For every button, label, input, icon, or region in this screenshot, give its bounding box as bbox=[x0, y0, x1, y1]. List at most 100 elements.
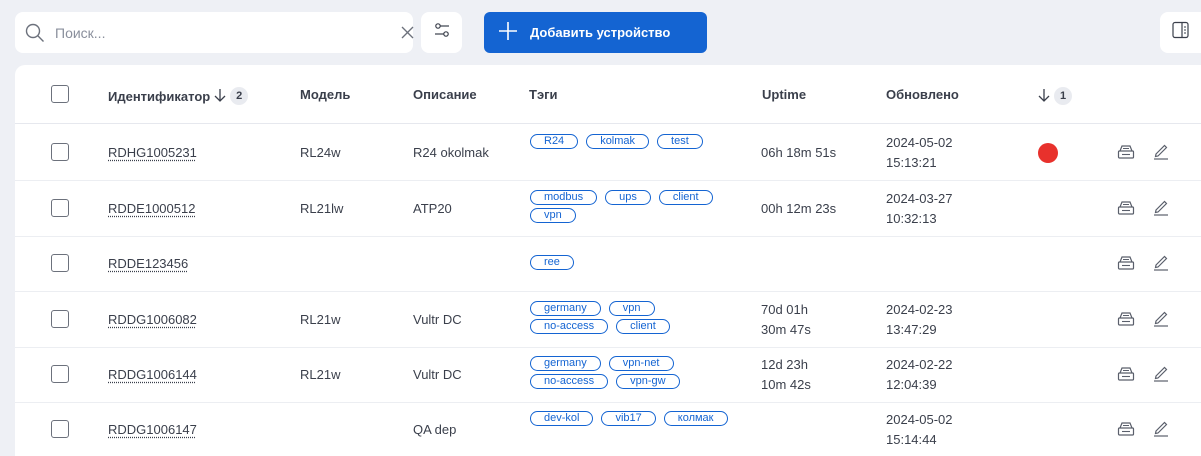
tag-chip[interactable]: germany bbox=[530, 301, 601, 316]
select-all-checkbox[interactable] bbox=[51, 85, 69, 103]
pencil-icon[interactable] bbox=[1152, 198, 1170, 221]
updated-time: 15:13:21 bbox=[886, 155, 937, 170]
row-checkbox[interactable] bbox=[51, 365, 69, 383]
filter-sliders-icon bbox=[434, 22, 450, 43]
row-checkbox[interactable] bbox=[51, 143, 69, 161]
pencil-icon[interactable] bbox=[1152, 309, 1170, 332]
column-header-description[interactable]: Описание bbox=[413, 87, 477, 102]
row-checkbox[interactable] bbox=[51, 420, 69, 438]
tag-list: dev-kol vib17 колмак bbox=[530, 411, 730, 426]
tag-chip[interactable]: modbus bbox=[530, 190, 598, 205]
column-header-uptime[interactable]: Uptime bbox=[762, 87, 806, 102]
tag-chip[interactable]: dev-kol bbox=[530, 411, 594, 426]
updated-time: 15:14:44 bbox=[886, 432, 937, 447]
device-id-link[interactable]: RDDG1006147 bbox=[108, 420, 197, 440]
pencil-icon[interactable] bbox=[1152, 253, 1170, 276]
tag-chip[interactable]: test bbox=[657, 134, 703, 149]
add-device-button[interactable]: Добавить устройство bbox=[484, 12, 707, 53]
table-row[interactable]: RDDE123456 ree bbox=[15, 236, 1201, 292]
updated-time: 13:47:29 bbox=[886, 322, 937, 337]
pencil-icon[interactable] bbox=[1152, 364, 1170, 387]
close-icon[interactable] bbox=[401, 26, 414, 44]
tag-chip[interactable]: vpn bbox=[530, 208, 576, 223]
updated-date: 2024-05-02 bbox=[886, 412, 953, 427]
device-id-link[interactable]: RDDE123456 bbox=[108, 254, 188, 274]
uptime-value: 70d 01h bbox=[761, 302, 808, 317]
pencil-icon[interactable] bbox=[1152, 142, 1170, 165]
device-id-link[interactable]: RDDG1006144 bbox=[108, 365, 197, 385]
search-icon bbox=[25, 23, 45, 48]
tag-chip[interactable]: no-access bbox=[530, 374, 609, 389]
status-error-dot bbox=[1038, 143, 1058, 163]
updated-date: 2024-05-02 bbox=[886, 135, 953, 150]
uptime-value-cont: 30m 47s bbox=[761, 322, 811, 337]
search-input[interactable] bbox=[55, 23, 385, 43]
column-header-id[interactable]: Идентификатор 2 bbox=[108, 87, 249, 105]
devices-table: Идентификатор 2 Модель Описание Тэги Upt… bbox=[15, 65, 1201, 456]
search-box[interactable] bbox=[15, 12, 414, 53]
device-id-link[interactable]: RDDE1000512 bbox=[108, 199, 195, 219]
row-checkbox[interactable] bbox=[51, 199, 69, 217]
tag-chip[interactable]: колмак bbox=[663, 411, 728, 426]
updated-date: 2024-02-23 bbox=[886, 302, 953, 317]
uptime-value: 06h 18m 51s bbox=[761, 145, 837, 160]
tag-chip[interactable]: vpn-gw bbox=[616, 374, 680, 389]
device-model: RL21lw bbox=[300, 201, 344, 216]
column-header-updated[interactable]: Обновлено bbox=[886, 87, 959, 102]
updated-date: 2024-03-27 bbox=[886, 191, 953, 206]
tag-chip[interactable]: vib17 bbox=[601, 411, 656, 426]
sort-order-badge: 2 bbox=[230, 87, 249, 105]
arrow-down-icon bbox=[1038, 88, 1050, 105]
device-description: ATP20 bbox=[413, 201, 452, 216]
updated-time: 12:04:39 bbox=[886, 377, 937, 392]
filter-button[interactable] bbox=[421, 12, 462, 53]
table-row[interactable]: RDHG1005231 RL24w R24 okolmak R24 kolmak test… bbox=[15, 125, 1201, 181]
tag-chip[interactable]: germany bbox=[530, 356, 601, 371]
table-row[interactable]: RDDE1000512 RL21lw ATP20 modbus ups client vpn… bbox=[15, 181, 1201, 237]
column-header-model[interactable]: Модель bbox=[300, 87, 350, 102]
uptime-value: 12d 23h bbox=[761, 357, 808, 372]
table-row[interactable]: RDDG1006144 RL21w Vultr DC germany vpn-net no… bbox=[15, 347, 1201, 403]
tag-list: R24 kolmak test bbox=[530, 134, 730, 149]
tag-chip[interactable]: R24 bbox=[530, 134, 579, 149]
terminal-icon[interactable] bbox=[1117, 144, 1135, 165]
column-header-tags[interactable]: Тэги bbox=[529, 87, 558, 102]
plus-icon bbox=[498, 21, 518, 44]
table-header: Идентификатор 2 Модель Описание Тэги Upt… bbox=[15, 65, 1201, 124]
tag-list: modbus ups client vpn bbox=[530, 190, 730, 223]
tag-list: germany vpn-net no-access vpn-gw bbox=[530, 356, 730, 389]
table-row[interactable]: RDDG1006082 RL21w Vultr DC germany vpn no-acc… bbox=[15, 292, 1201, 348]
table-row[interactable]: RDDG1006147 QA dep dev-kol vib17 колмак 2024-… bbox=[15, 402, 1201, 456]
tag-chip[interactable]: vpn bbox=[608, 301, 655, 316]
row-checkbox[interactable] bbox=[51, 310, 69, 328]
tag-chip[interactable]: client bbox=[658, 190, 713, 205]
uptime-value-cont: 10m 42s bbox=[761, 377, 811, 392]
tag-chip[interactable]: client bbox=[616, 319, 670, 334]
device-description: R24 okolmak bbox=[413, 145, 489, 160]
terminal-icon[interactable] bbox=[1117, 366, 1135, 387]
pencil-icon[interactable] bbox=[1152, 419, 1170, 442]
device-description: QA dep bbox=[413, 422, 457, 437]
terminal-icon[interactable] bbox=[1117, 200, 1135, 221]
tag-chip[interactable]: ups bbox=[605, 190, 651, 205]
tag-chip[interactable]: ree bbox=[530, 255, 574, 270]
device-id-link[interactable]: RDDG1006082 bbox=[108, 310, 197, 330]
updated-date: 2024-02-22 bbox=[886, 357, 953, 372]
tag-chip[interactable]: vpn-net bbox=[608, 356, 674, 371]
terminal-icon[interactable] bbox=[1117, 255, 1135, 276]
terminal-icon[interactable] bbox=[1117, 311, 1135, 332]
columns-settings-button[interactable] bbox=[1160, 12, 1201, 53]
device-id-link[interactable]: RDHG1005231 bbox=[108, 143, 197, 163]
columns-panel-icon bbox=[1171, 21, 1190, 44]
row-checkbox[interactable] bbox=[51, 254, 69, 272]
column-header-status[interactable]: 1 bbox=[1038, 87, 1072, 105]
device-model: RL24w bbox=[300, 145, 341, 160]
tag-chip[interactable]: no-access bbox=[530, 319, 609, 334]
uptime-value: 00h 12m 23s bbox=[761, 201, 837, 216]
tag-list: ree bbox=[530, 255, 730, 270]
tag-chip[interactable]: kolmak bbox=[586, 134, 650, 149]
sort-order-badge: 1 bbox=[1054, 87, 1072, 105]
terminal-icon[interactable] bbox=[1117, 421, 1135, 442]
arrow-down-icon bbox=[214, 88, 226, 105]
device-description: Vultr DC bbox=[413, 312, 462, 327]
